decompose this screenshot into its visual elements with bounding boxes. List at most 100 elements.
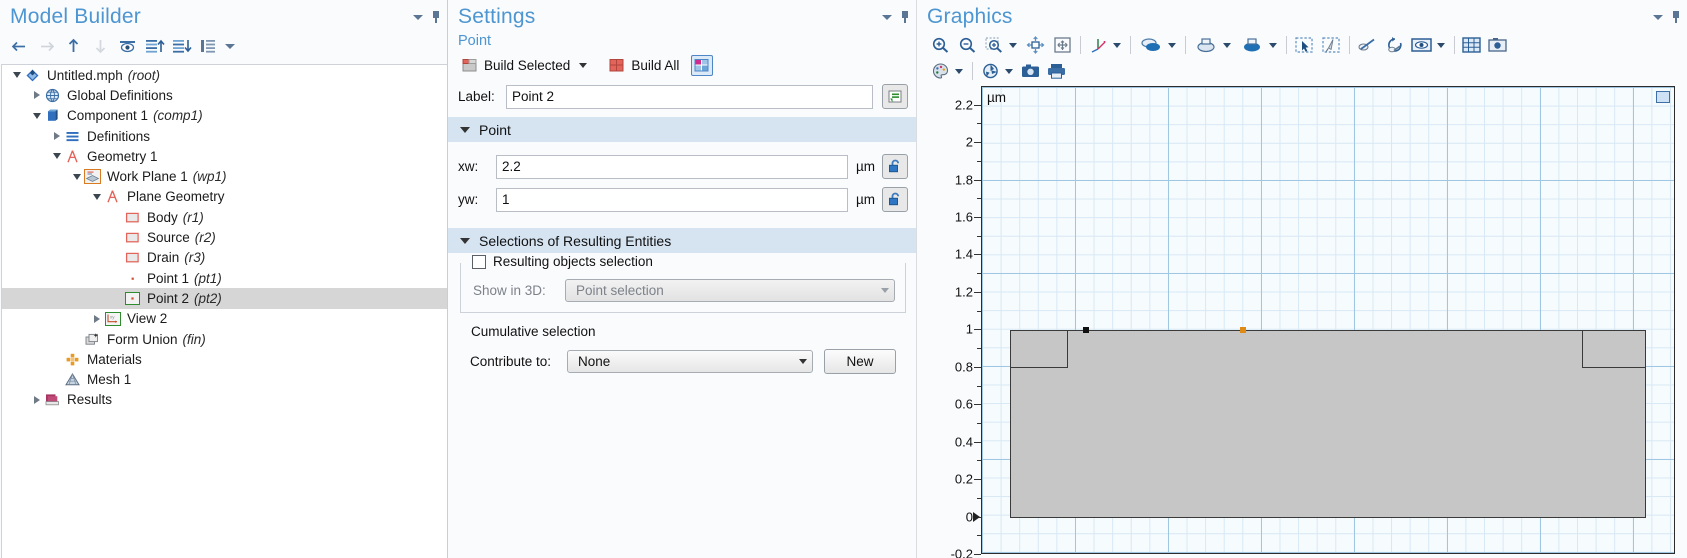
pin-icon[interactable]	[431, 11, 441, 23]
build-all-button[interactable]: Build All	[605, 56, 683, 75]
resulting-objects-checkbox[interactable]	[472, 255, 486, 269]
section-header-selections[interactable]: Selections of Resulting Entities	[448, 228, 916, 253]
undo-zoom-icon[interactable]	[1381, 33, 1408, 57]
tree-item-source[interactable]: Source(r2)	[2, 227, 447, 247]
tree-item-label: Geometry 1	[87, 149, 158, 164]
tree-item-body[interactable]: Body(r1)	[2, 207, 447, 227]
zoom-extents-icon[interactable]	[1022, 33, 1049, 57]
graphics-pin-icon[interactable]	[1671, 11, 1681, 23]
snapshot-icon[interactable]	[1018, 59, 1044, 83]
tree-expand-open-icon[interactable]	[50, 150, 63, 163]
settings-menu-chevron-down-icon[interactable]	[882, 15, 892, 20]
tree-item-component-1[interactable]: Component 1(comp1)	[2, 106, 447, 126]
tree-item-view-2[interactable]: xyView 2	[2, 309, 447, 329]
tree-item-drain[interactable]: Drain(r3)	[2, 248, 447, 268]
tree-item-form-union[interactable]: Form Union(fin)	[2, 329, 447, 349]
tree-item-results[interactable]: Results	[2, 390, 447, 410]
tree-item-materials[interactable]: Materials	[2, 349, 447, 369]
zoom-box-icon[interactable]	[981, 33, 1008, 57]
view-settings-icon[interactable]	[1408, 33, 1436, 57]
scene-light-chevron-down-icon[interactable]	[1005, 69, 1013, 74]
point-marker-2[interactable]	[1240, 327, 1246, 333]
tree-item-mesh-1[interactable]: Mesh 1	[2, 369, 447, 389]
tree-item-geometry-1[interactable]: Geometry 1	[2, 146, 447, 166]
zoom-box-chevron-down-icon[interactable]	[1009, 43, 1017, 48]
plot-canvas[interactable]	[981, 86, 1675, 554]
section-header-point[interactable]: Point	[448, 117, 916, 142]
new-selection-button[interactable]: New	[824, 349, 896, 374]
select-all-chevron-down-icon[interactable]	[1269, 43, 1277, 48]
collapse-all-icon[interactable]	[141, 34, 168, 58]
transparency-chevron-down-icon[interactable]	[1168, 43, 1176, 48]
geometry-shape-source[interactable]	[1010, 330, 1068, 367]
geometry-plot[interactable]: µm2.221.81.61.41.210.80.60.40.20-0.2	[927, 86, 1687, 558]
back-icon[interactable]	[6, 34, 33, 58]
yw-lock-button[interactable]	[882, 187, 908, 212]
xw-input[interactable]	[496, 155, 848, 179]
zoom-in-icon[interactable]	[927, 33, 954, 57]
tree-item-point-1[interactable]: Point 1(pt1)	[2, 268, 447, 288]
move-down-icon[interactable]	[87, 34, 114, 58]
scene-light-icon[interactable]	[977, 59, 1004, 83]
click-and-hide-icon[interactable]	[1291, 33, 1318, 57]
tree-item-point-2[interactable]: Point 2(pt2)	[2, 288, 447, 308]
show-hide-eye-icon[interactable]	[114, 34, 141, 58]
label-input[interactable]	[506, 85, 873, 109]
yw-input[interactable]	[496, 188, 848, 212]
camera-settings-icon[interactable]	[1485, 33, 1511, 57]
show-in-3d-select[interactable]: Point selection	[565, 279, 895, 302]
tree-item-untitled-mph[interactable]: Untitled.mph(root)	[2, 65, 447, 85]
axis-orientation-icon[interactable]	[1085, 33, 1112, 57]
build-selected-chevron-down-icon[interactable]	[579, 63, 587, 68]
print-icon[interactable]	[1044, 59, 1070, 83]
tree-expand-open-icon[interactable]	[70, 170, 83, 183]
axis-orientation-chevron-down-icon[interactable]	[1113, 43, 1121, 48]
tree-item-definitions[interactable]: Definitions	[2, 126, 447, 146]
zoom-out-icon[interactable]	[954, 33, 981, 57]
measure-icon[interactable]	[1354, 33, 1381, 57]
reset-hiding-icon[interactable]	[1318, 33, 1345, 57]
transparency-icon[interactable]	[1135, 33, 1167, 57]
graphics-plot-area[interactable]: µm2.221.81.61.41.210.80.60.40.20-0.2	[927, 86, 1687, 558]
tree-expand-closed-icon[interactable]	[90, 312, 103, 325]
settings-pin-icon[interactable]	[900, 11, 910, 23]
contribute-to-select[interactable]: None	[567, 350, 813, 373]
model-tree[interactable]: Untitled.mph(root)Global DefinitionsComp…	[1, 64, 447, 558]
tree-expand-open-icon[interactable]	[30, 109, 43, 122]
wireframe-chevron-down-icon[interactable]	[1223, 43, 1231, 48]
color-palette-chevron-down-icon[interactable]	[955, 69, 963, 74]
y-axis-tick-label: 1.6	[955, 210, 973, 225]
node-list-icon[interactable]	[195, 34, 222, 58]
tree-expand-open-icon[interactable]	[10, 69, 23, 82]
color-palette-icon[interactable]	[927, 59, 954, 83]
plot-geometry-button[interactable]	[691, 55, 713, 76]
tree-item-plane-geometry[interactable]: Plane Geometry	[2, 187, 447, 207]
tree-item-work-plane-1[interactable]: Work Plane 1(wp1)	[2, 166, 447, 186]
plot-legend-toggle-button[interactable]	[1656, 91, 1670, 103]
tree-expand-open-icon[interactable]	[90, 190, 103, 203]
forward-icon[interactable]	[33, 34, 60, 58]
tree-expand-closed-icon[interactable]	[50, 130, 63, 143]
move-up-icon[interactable]	[60, 34, 87, 58]
geometry-shape-body[interactable]	[1010, 330, 1646, 517]
tree-item-global-definitions[interactable]: Global Definitions	[2, 85, 447, 105]
expand-all-icon[interactable]	[168, 34, 195, 58]
zoom-to-selection-icon[interactable]	[1049, 33, 1076, 57]
select-all-icon[interactable]	[1236, 33, 1268, 57]
tree-expand-closed-icon[interactable]	[30, 89, 43, 102]
build-selected-button[interactable]: Build Selected	[458, 56, 591, 75]
wireframe-rendering-icon[interactable]	[1190, 33, 1222, 57]
xw-row: xw: µm	[448, 154, 916, 179]
label-rename-button[interactable]	[882, 84, 908, 109]
graphics-menu-chevron-down-icon[interactable]	[1653, 15, 1663, 20]
grid-icon[interactable]	[1459, 33, 1485, 57]
geometry-shape-drain[interactable]	[1582, 330, 1646, 367]
toolbar-chevron-down-icon[interactable]	[225, 44, 235, 49]
tree-expand-closed-icon[interactable]	[30, 393, 43, 406]
panel-menu-chevron-down-icon[interactable]	[413, 15, 423, 20]
label-row: Label:	[448, 84, 916, 109]
view-settings-chevron-down-icon[interactable]	[1437, 43, 1445, 48]
point-marker-1[interactable]	[1083, 327, 1089, 333]
xw-lock-button[interactable]	[882, 154, 908, 179]
toolbar-divider-5	[1349, 36, 1350, 54]
